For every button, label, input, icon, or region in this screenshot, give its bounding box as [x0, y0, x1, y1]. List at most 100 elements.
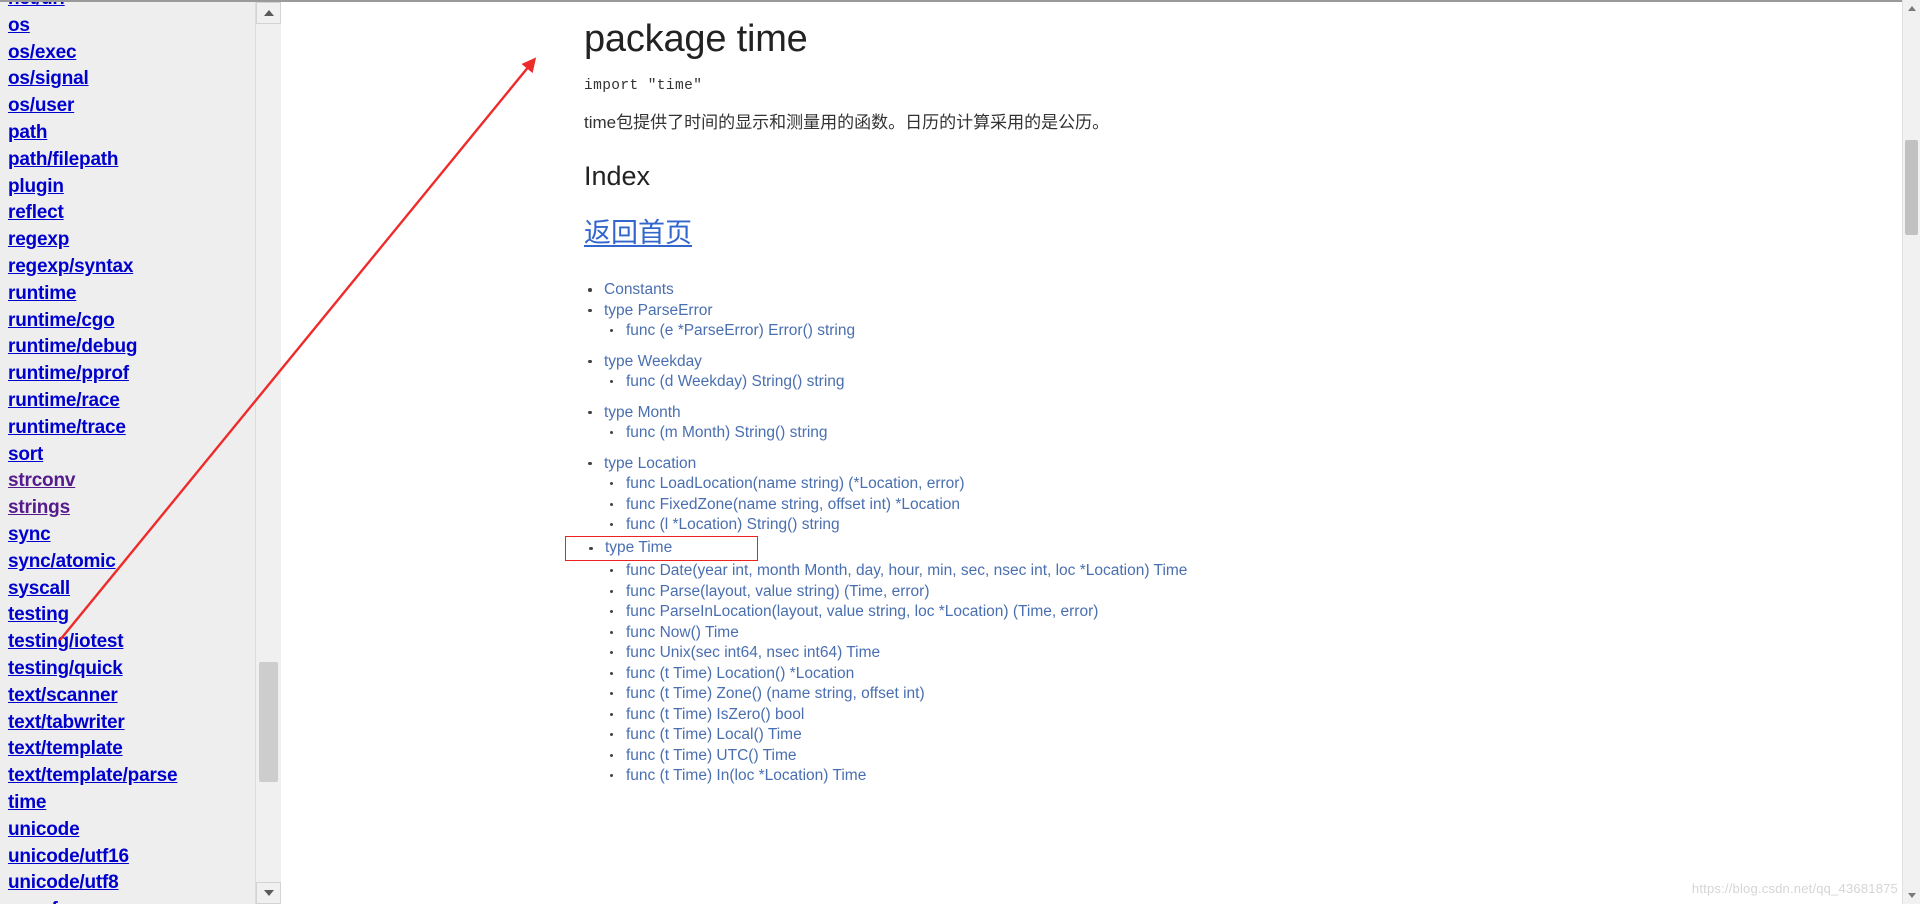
package-link[interactable]: runtime	[8, 283, 76, 304]
package-link[interactable]: sync	[8, 524, 51, 545]
sidebar-item-net-url[interactable]: net/url	[8, 2, 256, 13]
sidebar-item-text-template[interactable]: text/template	[8, 736, 256, 763]
sidebar-item-runtime-race[interactable]: runtime/race	[8, 388, 256, 415]
index-item[interactable]: func (t Time) In(loc *Location) Time	[584, 766, 1856, 787]
index-link[interactable]: type Weekday	[604, 353, 702, 370]
package-link[interactable]: text/template/parse	[8, 765, 178, 786]
index-item[interactable]: type ParseError	[584, 301, 1856, 322]
sidebar-item-time[interactable]: time	[8, 790, 256, 817]
sidebar-item-regexp-syntax[interactable]: regexp/syntax	[8, 254, 256, 281]
package-link[interactable]: path/filepath	[8, 149, 119, 170]
index-link[interactable]: type Month	[604, 404, 681, 421]
sidebar-item-os-exec[interactable]: os/exec	[8, 40, 256, 67]
index-item[interactable]: func (l *Location) String() string	[584, 515, 1856, 536]
package-link[interactable]: net/url	[8, 2, 65, 9]
package-link[interactable]: os/exec	[8, 42, 77, 63]
package-link[interactable]: unicode/utf16	[8, 846, 129, 867]
sidebar-item-runtime-debug[interactable]: runtime/debug	[8, 334, 256, 361]
sidebar-item-testing-iotest[interactable]: testing/iotest	[8, 629, 256, 656]
sidebar-item-testing[interactable]: testing	[8, 602, 256, 629]
index-link[interactable]: func (t Time) Local() Time	[626, 726, 802, 743]
index-item[interactable]: func (t Time) IsZero() bool	[584, 705, 1856, 726]
package-link[interactable]: strconv	[8, 470, 75, 491]
page-scroll-up-arrow-icon[interactable]	[1903, 0, 1920, 17]
package-link[interactable]: unsafe	[8, 899, 68, 904]
scroll-up-arrow-icon[interactable]	[256, 2, 281, 24]
package-link[interactable]: runtime/debug	[8, 336, 138, 357]
index-link[interactable]: func (t Time) Location() *Location	[626, 665, 854, 682]
sidebar-item-strconv[interactable]: strconv	[8, 468, 256, 495]
sidebar-item-text-tabwriter[interactable]: text/tabwriter	[8, 710, 256, 737]
sidebar-item-runtime-cgo[interactable]: runtime/cgo	[8, 308, 256, 335]
index-item[interactable]: func (t Time) Local() Time	[584, 725, 1856, 746]
index-link[interactable]: func Now() Time	[626, 624, 739, 641]
package-link[interactable]: text/scanner	[8, 685, 118, 706]
sidebar-item-unicode-utf8[interactable]: unicode/utf8	[8, 870, 256, 897]
package-link[interactable]: testing/iotest	[8, 631, 124, 652]
index-link[interactable]: func Unix(sec int64, nsec int64) Time	[626, 644, 880, 661]
sidebar-item-path-filepath[interactable]: path/filepath	[8, 147, 256, 174]
index-link[interactable]: func Parse(layout, value string) (Time, …	[626, 583, 930, 600]
package-link[interactable]: syscall	[8, 578, 70, 599]
index-item-highlighted[interactable]: type Time	[565, 535, 758, 561]
index-item[interactable]: func Parse(layout, value string) (Time, …	[584, 582, 1856, 603]
sidebar-item-sort[interactable]: sort	[8, 442, 256, 469]
index-link[interactable]: func FixedZone(name string, offset int) …	[626, 496, 960, 513]
index-link[interactable]: func (e *ParseError) Error() string	[626, 322, 855, 339]
package-link[interactable]: strings	[8, 497, 70, 518]
index-link[interactable]: func (l *Location) String() string	[626, 516, 840, 533]
sidebar-item-text-template-parse[interactable]: text/template/parse	[8, 763, 256, 790]
sidebar-scrollbar[interactable]	[255, 2, 281, 904]
scroll-down-arrow-icon[interactable]	[256, 882, 281, 904]
index-item[interactable]: func (t Time) Location() *Location	[584, 664, 1856, 685]
sidebar-item-runtime-pprof[interactable]: runtime/pprof	[8, 361, 256, 388]
sidebar-item-sync-atomic[interactable]: sync/atomic	[8, 549, 256, 576]
index-item[interactable]: func (t Time) Zone() (name string, offse…	[584, 684, 1856, 705]
package-link[interactable]: plugin	[8, 176, 64, 197]
package-link[interactable]: regexp	[8, 229, 69, 250]
sidebar-item-plugin[interactable]: plugin	[8, 174, 256, 201]
sidebar-item-unsafe[interactable]: unsafe	[8, 897, 256, 904]
package-link[interactable]: text/template	[8, 738, 123, 759]
sidebar-item-syscall[interactable]: syscall	[8, 576, 256, 603]
sidebar-item-os-signal[interactable]: os/signal	[8, 66, 256, 93]
index-link[interactable]: type Time	[605, 539, 672, 556]
index-item[interactable]: type Month	[584, 403, 1856, 424]
package-link[interactable]: sort	[8, 444, 43, 465]
index-item[interactable]: type Location	[584, 454, 1856, 475]
package-link[interactable]: sync/atomic	[8, 551, 116, 572]
sidebar-item-regexp[interactable]: regexp	[8, 227, 256, 254]
package-link[interactable]: runtime/trace	[8, 417, 126, 438]
sidebar-item-os-user[interactable]: os/user	[8, 93, 256, 120]
package-link[interactable]: testing	[8, 604, 69, 625]
sidebar-scrollbar-thumb[interactable]	[259, 662, 278, 782]
page-scrollbar-thumb[interactable]	[1905, 140, 1918, 235]
sidebar-item-unicode-utf16[interactable]: unicode/utf16	[8, 844, 256, 871]
index-item[interactable]: func (e *ParseError) Error() string	[584, 321, 1856, 342]
index-link[interactable]: Constants	[604, 281, 674, 298]
page-scroll-down-arrow-icon[interactable]	[1903, 887, 1920, 904]
index-link[interactable]: func (t Time) UTC() Time	[626, 747, 797, 764]
package-link[interactable]: runtime/cgo	[8, 310, 115, 331]
index-item[interactable]: func Unix(sec int64, nsec int64) Time	[584, 643, 1856, 664]
index-item[interactable]: Constants	[584, 280, 1856, 301]
sidebar-item-runtime-trace[interactable]: runtime/trace	[8, 415, 256, 442]
package-link[interactable]: os	[8, 15, 30, 36]
index-link[interactable]: func (t Time) In(loc *Location) Time	[626, 767, 866, 784]
index-item[interactable]: func ParseInLocation(layout, value strin…	[584, 602, 1856, 623]
index-link[interactable]: func (d Weekday) String() string	[626, 373, 845, 390]
sidebar-item-sync[interactable]: sync	[8, 522, 256, 549]
index-item[interactable]: func (d Weekday) String() string	[584, 372, 1856, 393]
index-item[interactable]: func (t Time) UTC() Time	[584, 746, 1856, 767]
index-item[interactable]: func Date(year int, month Month, day, ho…	[584, 561, 1856, 582]
back-to-home-link[interactable]: 返回首页	[584, 218, 692, 248]
index-link[interactable]: func ParseInLocation(layout, value strin…	[626, 603, 1098, 620]
index-link[interactable]: type Location	[604, 455, 696, 472]
package-link[interactable]: unicode/utf8	[8, 872, 119, 893]
sidebar-item-runtime[interactable]: runtime	[8, 281, 256, 308]
package-link[interactable]: text/tabwriter	[8, 712, 125, 733]
index-link[interactable]: func (m Month) String() string	[626, 424, 828, 441]
sidebar-item-testing-quick[interactable]: testing/quick	[8, 656, 256, 683]
package-link[interactable]: unicode	[8, 819, 80, 840]
package-link[interactable]: runtime/pprof	[8, 363, 129, 384]
